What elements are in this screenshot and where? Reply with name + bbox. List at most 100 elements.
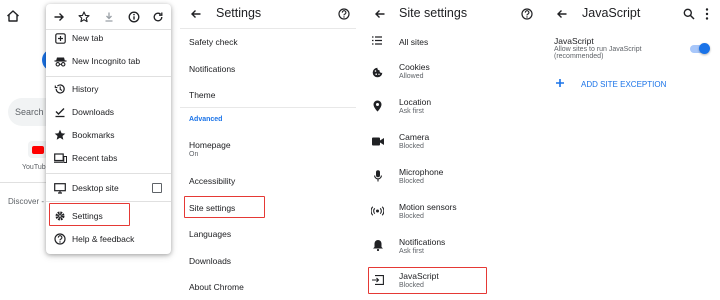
site-setting-cookies[interactable]: Cookies Allowed bbox=[399, 62, 430, 80]
item-subtitle: On bbox=[189, 151, 199, 158]
highlight-box bbox=[49, 203, 130, 226]
page-title: Site settings bbox=[399, 6, 468, 20]
menu-divider bbox=[46, 76, 171, 77]
help-icon[interactable] bbox=[338, 8, 350, 20]
toggle-thumb bbox=[699, 43, 710, 54]
devices-icon bbox=[46, 152, 72, 164]
menu-item-label: Help & feedback bbox=[72, 234, 135, 244]
item-title: Microphone bbox=[399, 167, 444, 177]
browser-panel: Search o YouTub Discover - o New tab New… bbox=[0, 0, 178, 300]
page-title: Settings bbox=[216, 6, 262, 20]
item-title: Cookies bbox=[399, 62, 430, 72]
item-subtitle: Ask first bbox=[399, 248, 424, 255]
motion-sensor-icon bbox=[371, 206, 384, 216]
menu-item-label: New tab bbox=[72, 33, 104, 43]
item-subtitle: Blocked bbox=[399, 143, 424, 150]
item-title: Notifications bbox=[399, 237, 446, 247]
menu-item-label: New Incognito tab bbox=[72, 56, 141, 66]
settings-item-about-chrome[interactable]: About Chrome bbox=[189, 282, 244, 292]
camera-icon bbox=[372, 137, 384, 146]
menu-item-help-feedback[interactable]: Help & feedback bbox=[46, 228, 171, 250]
site-settings-panel: Site settings All sites Cookies Allowed … bbox=[364, 0, 544, 300]
help-icon[interactable] bbox=[521, 8, 533, 20]
menu-item-downloads[interactable]: Downloads bbox=[46, 101, 171, 123]
section-heading-advanced: Advanced bbox=[189, 116, 223, 123]
toggle-description: (recommended) bbox=[554, 53, 604, 60]
menu-item-bookmarks[interactable]: Bookmarks bbox=[46, 124, 171, 146]
monitor-icon bbox=[46, 182, 72, 194]
divider bbox=[0, 182, 46, 183]
youtube-icon bbox=[32, 146, 44, 154]
site-setting-camera[interactable]: Camera Blocked bbox=[399, 132, 429, 150]
more-vert-icon[interactable] bbox=[705, 8, 709, 20]
help-icon bbox=[46, 233, 72, 245]
list-icon bbox=[372, 36, 382, 45]
settings-item-theme[interactable]: Theme bbox=[189, 90, 215, 100]
site-setting-all-sites[interactable]: All sites bbox=[399, 37, 428, 47]
home-icon[interactable] bbox=[5, 8, 21, 24]
item-subtitle: Blocked bbox=[399, 213, 424, 220]
menu-item-new-tab[interactable]: New tab bbox=[46, 27, 171, 49]
site-setting-notifications[interactable]: Notifications Ask first bbox=[399, 237, 445, 255]
highlight-box bbox=[368, 267, 487, 294]
menu-divider bbox=[46, 201, 171, 202]
menu-item-new-incognito-tab[interactable]: New Incognito tab bbox=[46, 50, 171, 72]
highlight-box bbox=[184, 196, 265, 218]
section-divider bbox=[180, 107, 356, 108]
menu-item-label: History bbox=[72, 84, 99, 94]
refresh-icon[interactable] bbox=[149, 8, 167, 26]
microphone-icon bbox=[374, 170, 382, 182]
settings-item-accessibility[interactable]: Accessibility bbox=[189, 176, 235, 186]
back-arrow-icon[interactable] bbox=[374, 8, 386, 20]
site-setting-location[interactable]: Location Ask first bbox=[399, 97, 431, 115]
item-subtitle: Ask first bbox=[399, 108, 424, 115]
menu-item-desktop-site[interactable]: Desktop site bbox=[46, 177, 171, 199]
site-settings-toolbar: Site settings bbox=[364, 0, 544, 30]
info-icon[interactable] bbox=[125, 8, 143, 26]
item-title: Homepage bbox=[189, 140, 231, 150]
menu-item-label: Downloads bbox=[72, 107, 115, 117]
javascript-toolbar: JavaScript bbox=[546, 0, 720, 30]
forward-icon[interactable] bbox=[50, 8, 68, 26]
download-check-icon bbox=[46, 106, 72, 118]
plus-box-icon bbox=[46, 32, 72, 44]
site-setting-motion-sensors[interactable]: Motion sensors Blocked bbox=[399, 202, 457, 220]
discover-heading: Discover - o bbox=[8, 197, 51, 206]
page-title: JavaScript bbox=[582, 6, 641, 20]
toolbar-divider bbox=[180, 28, 356, 29]
settings-item-notifications[interactable]: Notifications bbox=[189, 64, 235, 74]
add-site-exception-button[interactable]: ADD SITE EXCEPTION bbox=[581, 80, 666, 89]
settings-item-safety-check[interactable]: Safety check bbox=[189, 37, 238, 47]
javascript-panel: JavaScript JavaScript Allow sites to run… bbox=[546, 0, 720, 300]
shortcut-label: YouTub bbox=[22, 164, 46, 171]
bell-icon bbox=[373, 239, 383, 251]
settings-item-downloads[interactable]: Downloads bbox=[189, 256, 231, 266]
site-setting-microphone[interactable]: Microphone Blocked bbox=[399, 167, 443, 185]
toggle-title: JavaScript bbox=[554, 36, 594, 46]
item-subtitle: Allowed bbox=[399, 73, 424, 80]
item-subtitle: Blocked bbox=[399, 178, 424, 185]
javascript-toggle-row[interactable]: JavaScript Allow sites to run JavaScript… bbox=[554, 36, 642, 60]
desktop-site-checkbox[interactable] bbox=[152, 183, 162, 193]
toggle-description: Allow sites to run JavaScript bbox=[554, 46, 642, 53]
settings-item-languages[interactable]: Languages bbox=[189, 229, 231, 239]
history-icon bbox=[46, 83, 72, 95]
location-pin-icon bbox=[373, 100, 382, 112]
settings-panel: Settings Safety check Notifications Them… bbox=[180, 0, 356, 300]
menu-item-history[interactable]: History bbox=[46, 78, 171, 100]
item-title: Motion sensors bbox=[399, 202, 457, 212]
download-icon[interactable] bbox=[100, 8, 118, 26]
search-icon[interactable] bbox=[683, 8, 695, 20]
back-arrow-icon[interactable] bbox=[190, 8, 202, 20]
item-title: Camera bbox=[399, 132, 430, 142]
plus-icon[interactable] bbox=[555, 78, 565, 88]
menu-divider bbox=[46, 173, 171, 174]
settings-item-homepage[interactable]: Homepage On bbox=[189, 140, 231, 158]
star-icon[interactable] bbox=[75, 8, 93, 26]
settings-toolbar: Settings bbox=[180, 0, 356, 30]
back-arrow-icon[interactable] bbox=[556, 8, 568, 20]
menu-item-label: Recent tabs bbox=[72, 153, 118, 163]
star-icon bbox=[46, 129, 72, 141]
incognito-icon bbox=[46, 56, 72, 67]
menu-item-recent-tabs[interactable]: Recent tabs bbox=[46, 147, 171, 169]
